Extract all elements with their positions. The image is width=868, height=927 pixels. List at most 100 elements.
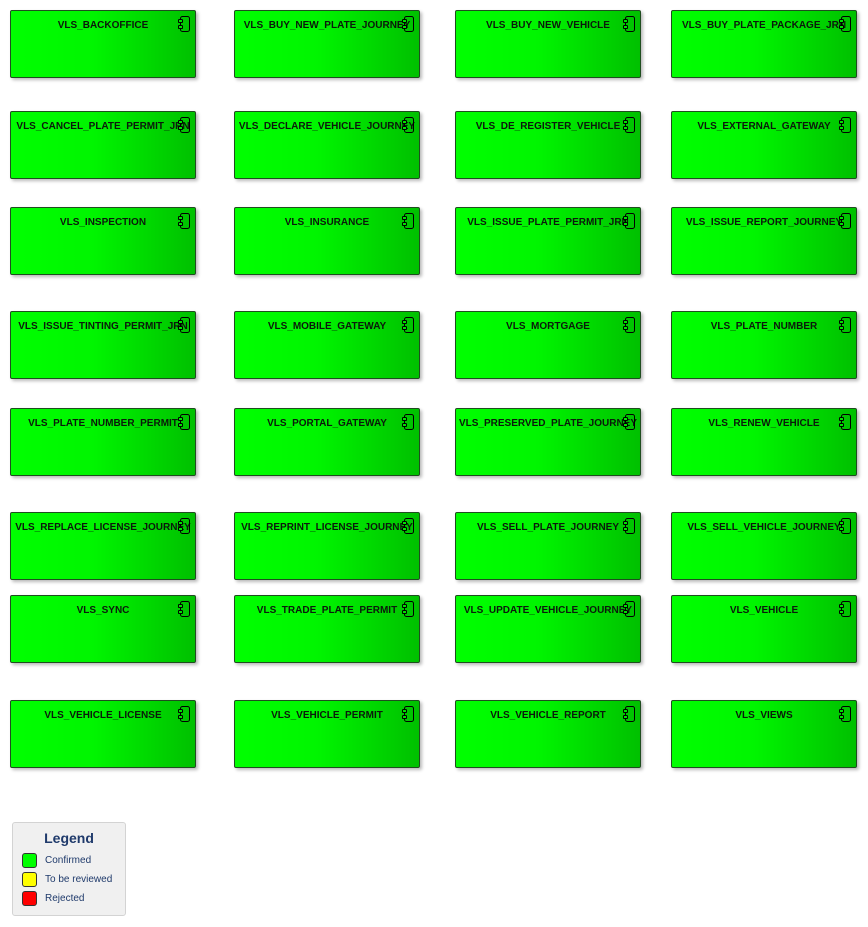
component-vls-update-vehicle-journey[interactable]: VLS_UPDATE_VEHICLE_JOURNEY	[455, 595, 641, 663]
component-vls-buy-plate-package-jrn[interactable]: VLS_BUY_PLATE_PACKAGE_JRN	[671, 10, 857, 78]
component-vls-portal-gateway[interactable]: VLS_PORTAL_GATEWAY	[234, 408, 420, 476]
uml-component-icon	[402, 601, 414, 617]
component-label: VLS_MOBILE_GATEWAY	[267, 321, 387, 332]
legend-label: Confirmed	[45, 855, 92, 866]
component-vls-mobile-gateway[interactable]: VLS_MOBILE_GATEWAY	[234, 311, 420, 379]
component-vls-issue-report-journey[interactable]: VLS_ISSUE_REPORT_JOURNEY	[671, 207, 857, 275]
component-vls-inspection[interactable]: VLS_INSPECTION	[10, 207, 196, 275]
legend-item-confirmed: Confirmed	[22, 853, 126, 871]
component-label: VLS_PLATE_NUMBER	[710, 321, 818, 332]
uml-component-icon	[623, 706, 635, 722]
component-label: VLS_VEHICLE_REPORT	[490, 710, 606, 721]
component-label: VLS_BUY_PLATE_PACKAGE_JRN	[681, 20, 847, 31]
component-vls-buy-new-vehicle[interactable]: VLS_BUY_NEW_VEHICLE	[455, 10, 641, 78]
uml-component-icon	[178, 317, 190, 333]
component-label: VLS_REPLACE_LICENSE_JOURNEY	[15, 522, 191, 533]
component-vls-views[interactable]: VLS_VIEWS	[671, 700, 857, 768]
component-vls-reprint-license-journey[interactable]: VLS_REPRINT_LICENSE_JOURNEY	[234, 512, 420, 580]
component-label: VLS_SYNC	[76, 605, 130, 616]
component-label: VLS_INSPECTION	[59, 217, 147, 228]
component-vls-sell-vehicle-journey[interactable]: VLS_SELL_VEHICLE_JOURNEY	[671, 512, 857, 580]
component-vls-preserved-plate-journey[interactable]: VLS_PRESERVED_PLATE_JOURNEY	[455, 408, 641, 476]
component-vls-plate-number[interactable]: VLS_PLATE_NUMBER	[671, 311, 857, 379]
component-label: VLS_PRESERVED_PLATE_JOURNEY	[458, 418, 638, 429]
uml-component-icon	[623, 117, 635, 133]
legend-title: Legend	[44, 830, 94, 846]
uml-component-icon	[402, 213, 414, 229]
component-label: VLS_EXTERNAL_GATEWAY	[697, 121, 831, 132]
component-label: VLS_DE_REGISTER_VEHICLE	[475, 121, 621, 132]
component-vls-de-register-vehicle[interactable]: VLS_DE_REGISTER_VEHICLE	[455, 111, 641, 179]
uml-component-icon	[178, 414, 190, 430]
component-label: VLS_UPDATE_VEHICLE_JOURNEY	[463, 605, 633, 616]
component-vls-vehicle-report[interactable]: VLS_VEHICLE_REPORT	[455, 700, 641, 768]
component-vls-vehicle-permit[interactable]: VLS_VEHICLE_PERMIT	[234, 700, 420, 768]
component-vls-vehicle[interactable]: VLS_VEHICLE	[671, 595, 857, 663]
legend-label: Rejected	[45, 893, 85, 904]
uml-component-icon	[178, 601, 190, 617]
legend-swatch-to-be-reviewed	[22, 872, 37, 887]
component-label: VLS_DECLARE_VEHICLE_JOURNEY	[238, 121, 416, 132]
component-label: VLS_MORTGAGE	[506, 321, 590, 332]
component-vls-sync[interactable]: VLS_SYNC	[10, 595, 196, 663]
component-label: VLS_INSURANCE	[284, 217, 370, 228]
uml-component-icon	[839, 518, 851, 534]
uml-component-icon	[623, 16, 635, 32]
component-label: VLS_SELL_PLATE_JOURNEY	[476, 522, 620, 533]
uml-component-icon	[839, 117, 851, 133]
legend-item-rejected: Rejected	[22, 891, 126, 909]
component-label: VLS_BUY_NEW_PLATE_JOURNEY	[243, 20, 411, 31]
diagram-canvas: VLS_BACKOFFICE VLS_BUY_NEW_PLATE_JOURNEY V…	[0, 0, 868, 927]
component-vls-sell-plate-journey[interactable]: VLS_SELL_PLATE_JOURNEY	[455, 512, 641, 580]
legend-label: To be reviewed	[45, 874, 113, 885]
uml-component-icon	[402, 518, 414, 534]
uml-component-icon	[839, 414, 851, 430]
component-vls-issue-plate-permit-jrn[interactable]: VLS_ISSUE_PLATE_PERMIT_JRN	[455, 207, 641, 275]
component-label: VLS_BACKOFFICE	[57, 20, 149, 31]
uml-component-icon	[623, 317, 635, 333]
component-vls-cancel-plate-permit-jrn[interactable]: VLS_CANCEL_PLATE_PERMIT_JRN	[10, 111, 196, 179]
uml-component-icon	[839, 317, 851, 333]
uml-component-icon	[402, 117, 414, 133]
component-vls-buy-new-plate-journey[interactable]: VLS_BUY_NEW_PLATE_JOURNEY	[234, 10, 420, 78]
uml-component-icon	[178, 117, 190, 133]
component-label: VLS_REPRINT_LICENSE_JOURNEY	[241, 522, 413, 533]
component-label: VLS_SELL_VEHICLE_JOURNEY	[687, 522, 841, 533]
component-label: VLS_VIEWS	[735, 710, 793, 721]
uml-component-icon	[178, 16, 190, 32]
component-vls-external-gateway[interactable]: VLS_EXTERNAL_GATEWAY	[671, 111, 857, 179]
component-label: VLS_VEHICLE_LICENSE	[44, 710, 162, 721]
component-label: VLS_VEHICLE	[729, 605, 799, 616]
component-label: VLS_PLATE_NUMBER_PERMIT	[28, 418, 178, 429]
uml-component-icon	[623, 518, 635, 534]
uml-component-icon	[623, 213, 635, 229]
component-label: VLS_TRADE_PLATE_PERMIT	[256, 605, 398, 616]
uml-component-icon	[178, 213, 190, 229]
legend-item-to-be-reviewed: To be reviewed	[22, 872, 126, 890]
uml-component-icon	[178, 706, 190, 722]
legend: Legend Confirmed To be reviewed Rejected	[12, 822, 126, 916]
component-vls-replace-license-journey[interactable]: VLS_REPLACE_LICENSE_JOURNEY	[10, 512, 196, 580]
uml-component-icon	[839, 16, 851, 32]
legend-swatch-confirmed	[22, 853, 37, 868]
uml-component-icon	[839, 706, 851, 722]
component-vls-insurance[interactable]: VLS_INSURANCE	[234, 207, 420, 275]
uml-component-icon	[839, 213, 851, 229]
component-vls-backoffice[interactable]: VLS_BACKOFFICE	[10, 10, 196, 78]
component-vls-vehicle-license[interactable]: VLS_VEHICLE_LICENSE	[10, 700, 196, 768]
component-label: VLS_ISSUE_REPORT_JOURNEY	[685, 217, 843, 228]
component-vls-trade-plate-permit[interactable]: VLS_TRADE_PLATE_PERMIT	[234, 595, 420, 663]
uml-component-icon	[402, 706, 414, 722]
component-vls-renew-vehicle[interactable]: VLS_RENEW_VEHICLE	[671, 408, 857, 476]
component-label: VLS_CANCEL_PLATE_PERMIT_JRN	[16, 121, 190, 132]
component-vls-mortgage[interactable]: VLS_MORTGAGE	[455, 311, 641, 379]
component-vls-declare-vehicle-journey[interactable]: VLS_DECLARE_VEHICLE_JOURNEY	[234, 111, 420, 179]
component-vls-plate-number-permit[interactable]: VLS_PLATE_NUMBER_PERMIT	[10, 408, 196, 476]
component-label: VLS_ISSUE_PLATE_PERMIT_JRN	[467, 217, 629, 228]
uml-component-icon	[402, 16, 414, 32]
component-vls-issue-tinting-permit-jrn[interactable]: VLS_ISSUE_TINTING_PERMIT_JRN	[10, 311, 196, 379]
component-label: VLS_BUY_NEW_VEHICLE	[486, 20, 610, 31]
component-label: VLS_VEHICLE_PERMIT	[271, 710, 383, 721]
component-label: VLS_RENEW_VEHICLE	[708, 418, 820, 429]
uml-component-icon	[623, 414, 635, 430]
